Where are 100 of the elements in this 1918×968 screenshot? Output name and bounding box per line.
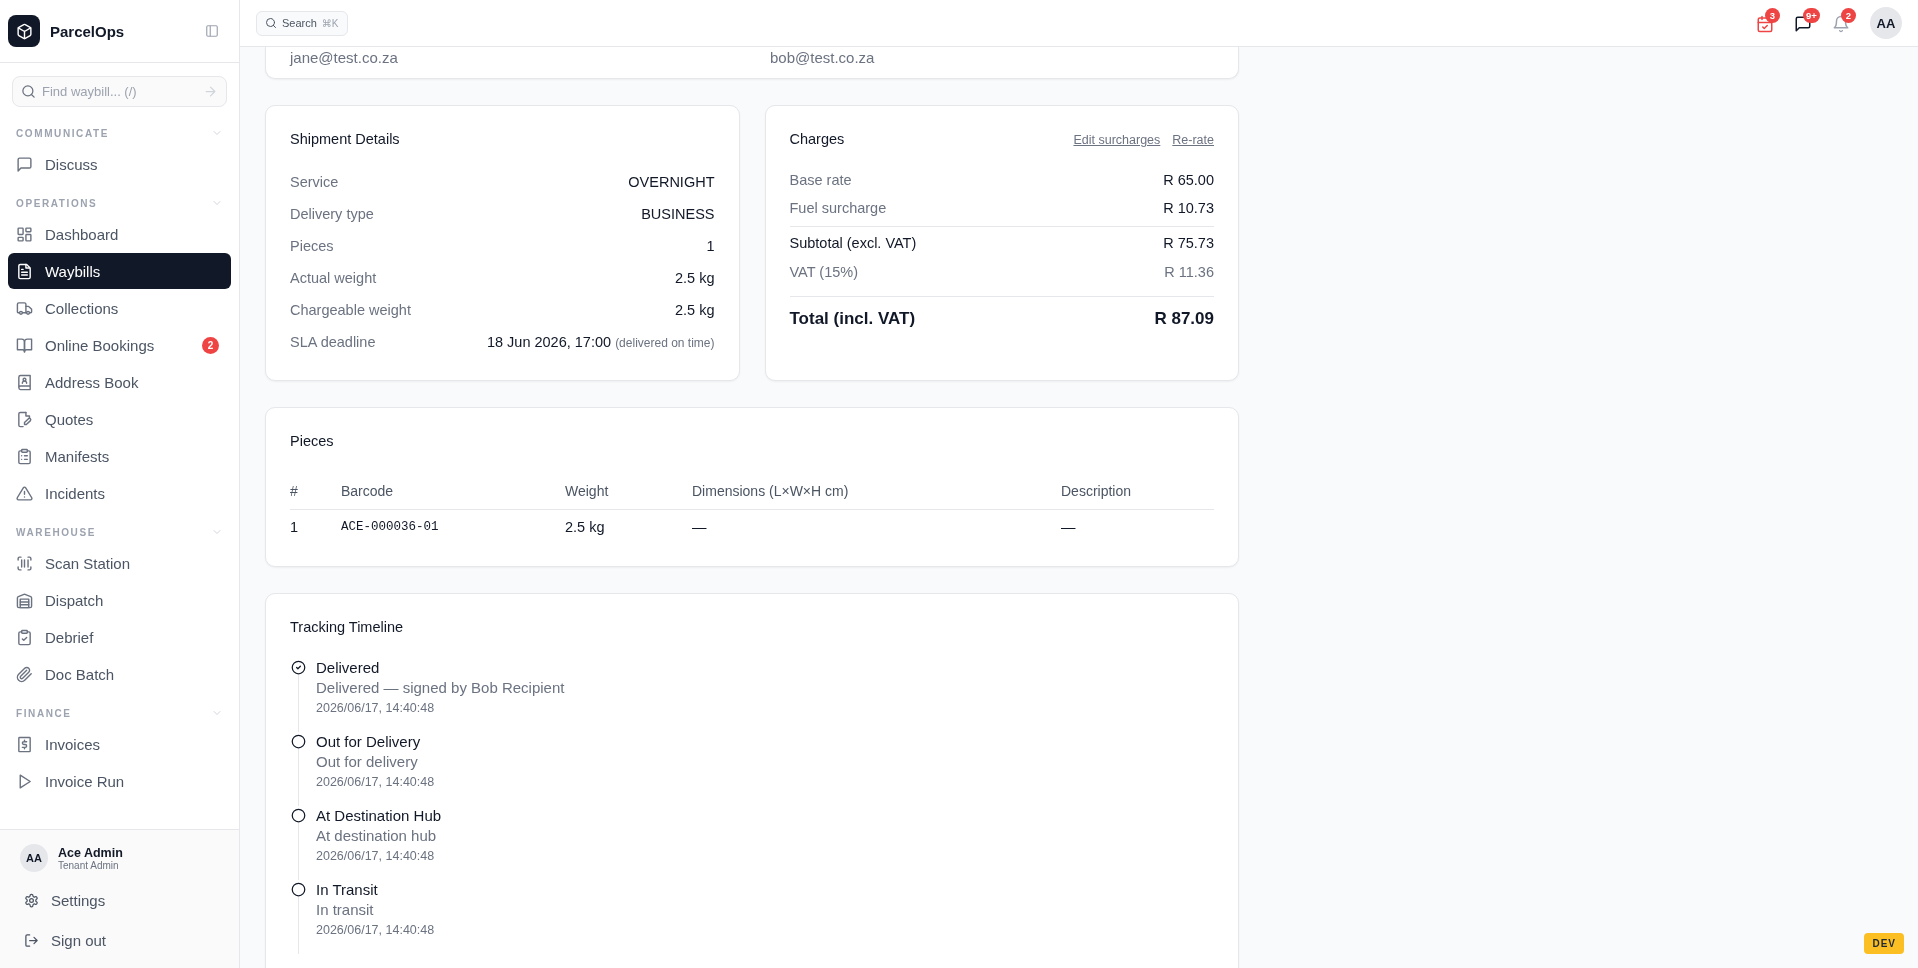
user-name: Ace Admin: [58, 845, 123, 860]
user-avatar[interactable]: AA: [1870, 7, 1902, 39]
nav-item[interactable]: Online Bookings 2: [8, 327, 231, 363]
nav-item[interactable]: Incidents: [8, 475, 231, 511]
section-heading: OPERATIONS: [16, 197, 98, 209]
nav-item[interactable]: Doc Batch: [8, 656, 231, 692]
section-heading: WAREHOUSE: [16, 526, 96, 538]
charge-value: R 10.73: [1163, 199, 1214, 218]
charge-value: R 11.36: [1164, 264, 1214, 280]
calendar-check-icon: [1756, 14, 1774, 33]
search-field[interactable]: Find waybill... (/): [12, 76, 227, 107]
event-description: At destination hub: [316, 826, 438, 846]
nav-item[interactable]: Dashboard: [8, 216, 231, 252]
event-description: Out for delivery: [316, 752, 419, 772]
field-value: BUSINESS: [641, 205, 715, 224]
sign-out-icon: [24, 932, 39, 948]
count-badge: 2: [1841, 7, 1856, 23]
nav-item[interactable]: Debrief: [8, 619, 231, 655]
field-value: 1: [706, 237, 715, 256]
table-cell-text: ACE-000036-01: [341, 519, 440, 536]
nav-item[interactable]: Scan Station: [8, 545, 231, 581]
notification-button[interactable]: 3: [1756, 7, 1786, 33]
event-description: In transit: [316, 900, 375, 920]
warehouse-icon: [16, 591, 33, 609]
settings-icon: [24, 892, 39, 908]
logo-icon: [8, 15, 40, 47]
settings-link[interactable]: Settings: [20, 880, 219, 920]
user-avatar: AA: [20, 844, 48, 872]
nav-item[interactable]: Discuss: [8, 146, 231, 182]
clipboard-check-icon: [16, 628, 33, 646]
nav-item[interactable]: Invoice Run: [8, 763, 231, 799]
table-cell-text: —: [692, 518, 708, 537]
card-title: Charges: [789, 130, 845, 149]
event-title: Out for Delivery: [316, 732, 422, 752]
nav-item[interactable]: Address Book: [8, 364, 231, 400]
event-time: 2026/06/17, 14:40:48: [316, 774, 435, 791]
notification-button[interactable]: 2: [1832, 7, 1862, 33]
charge-label: Subtotal (excl. VAT): [789, 235, 917, 251]
table-cell-text: 1: [290, 518, 300, 537]
arrow-icon: [203, 84, 218, 99]
field-value: OVERNIGHT: [628, 173, 715, 192]
card-title: Tracking Timeline: [290, 618, 405, 637]
event-description: Delivered — signed by Bob Recipient: [316, 678, 565, 698]
sign-out-link[interactable]: Sign out: [20, 920, 219, 960]
nav-item[interactable]: Waybills: [8, 253, 231, 289]
nav-item[interactable]: Invoices: [8, 726, 231, 762]
count-badge: 9+: [1803, 7, 1820, 23]
event-title: In Transit: [316, 880, 379, 900]
event-title: Delivered: [316, 658, 381, 678]
grid-icon: [16, 225, 33, 243]
charge-label: Total (incl. VAT): [789, 309, 916, 329]
column-header: Description: [1061, 472, 1214, 510]
field-label: Delivery type: [290, 205, 374, 224]
card-title: Pieces: [290, 432, 335, 451]
field-label: Actual weight: [290, 269, 377, 288]
section-heading: FINANCE: [16, 707, 72, 719]
user-role: Tenant Admin: [58, 859, 120, 871]
charge-value: R 75.73: [1163, 235, 1214, 251]
environment-badge: DEV: [1864, 933, 1904, 954]
document-icon: [16, 262, 33, 280]
column-header: #: [290, 472, 341, 510]
paperclip-icon: [16, 665, 33, 683]
brand-name: ParcelOps: [50, 22, 126, 40]
charge-value: R 87.09: [1154, 309, 1214, 329]
notification-button[interactable]: 9+: [1794, 7, 1824, 33]
event-title: At Destination Hub: [316, 806, 442, 826]
nav-item[interactable]: Quotes: [8, 401, 231, 437]
event-time: 2026/06/17, 14:40:48: [316, 700, 436, 717]
truck-icon: [16, 299, 33, 317]
field-value: 2.5 kg: [675, 301, 715, 320]
chat-icon: [16, 155, 33, 173]
link[interactable]: Edit surcharges: [1073, 133, 1161, 147]
receipt-icon: [16, 735, 33, 753]
card-title: Shipment Details: [290, 130, 401, 149]
search-button[interactable]: Search ⌘K: [256, 10, 348, 36]
column-header: Dimensions (L×W×H cm): [692, 472, 1061, 510]
nav-item[interactable]: Dispatch: [8, 582, 231, 618]
book-icon: [16, 336, 33, 354]
column-header: Weight: [565, 472, 692, 510]
section-heading: COMMUNICATE: [16, 127, 109, 139]
charge-value: R 65.00: [1163, 171, 1214, 190]
search-icon: [265, 17, 277, 29]
clipboard-icon: [16, 447, 33, 465]
nav-item[interactable]: Collections: [8, 290, 231, 326]
scan-icon: [16, 554, 33, 572]
count-badge: 3: [1765, 7, 1780, 23]
table-cell-text: 2.5 kg: [565, 518, 606, 537]
event-time: 2026/06/17, 14:40:48: [316, 922, 435, 939]
field-label: Chargeable weight: [290, 301, 411, 320]
table-cell-text: —: [1061, 518, 1077, 537]
link[interactable]: Re-rate: [1172, 133, 1214, 147]
warning-icon: [16, 484, 33, 502]
sidebar-toggle-icon[interactable]: [205, 24, 219, 38]
document-pen-icon: [16, 410, 33, 428]
email-text: bob@test.co.za: [769, 49, 876, 66]
field-label: Service: [290, 173, 339, 192]
bell-icon: [1832, 14, 1850, 33]
nav-item[interactable]: Manifests: [8, 438, 231, 474]
count-badge: 2: [202, 336, 219, 354]
field-value: 18 Jun 2026, 17:00 (delivered on time): [486, 333, 715, 352]
